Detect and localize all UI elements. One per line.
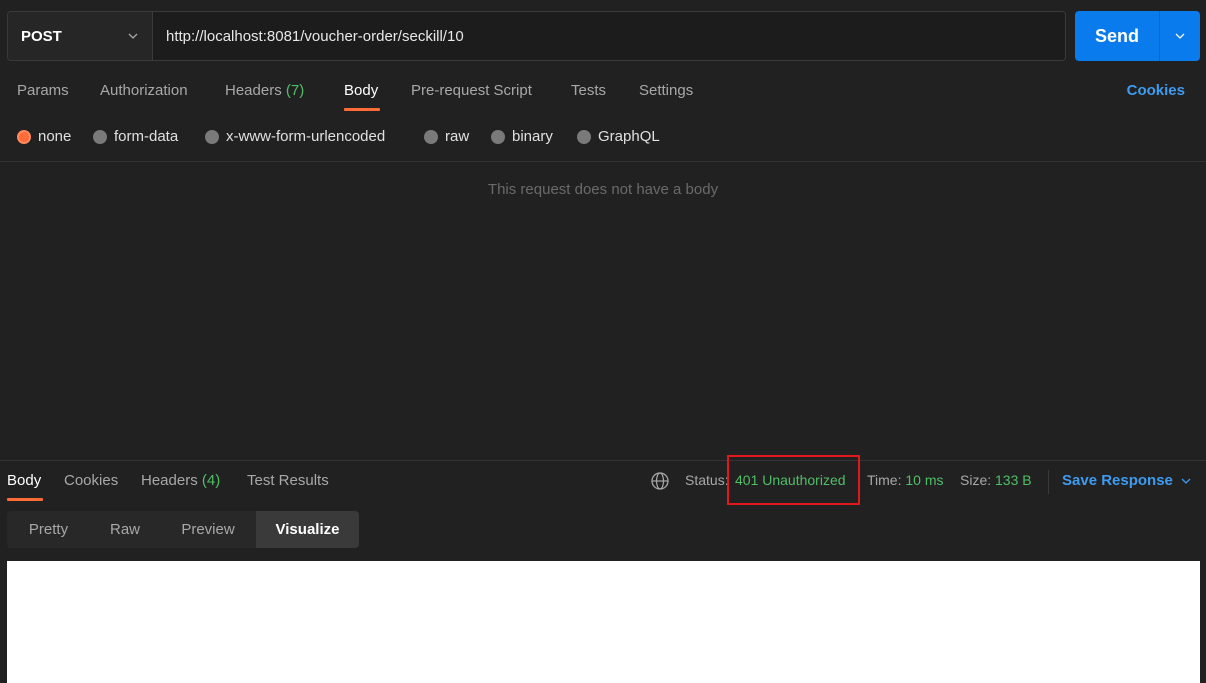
divider xyxy=(0,161,1206,162)
radio-icon xyxy=(93,129,107,144)
response-tab-headers[interactable]: Headers (4) xyxy=(141,472,220,489)
size-label: Size: xyxy=(960,472,992,488)
radio-icon xyxy=(424,129,438,144)
save-response-label: Save Response xyxy=(1062,472,1173,489)
chevron-down-icon xyxy=(1181,478,1191,484)
response-view-toggle: Pretty Raw Preview Visualize xyxy=(7,511,359,548)
body-type-selector: none form-data x-www-form-urlencoded raw… xyxy=(0,116,1206,160)
radio-icon xyxy=(577,129,591,144)
url-input[interactable] xyxy=(153,12,1065,60)
send-button[interactable]: Send xyxy=(1075,11,1160,61)
radio-urlencoded-label: x-www-form-urlencoded xyxy=(226,128,386,145)
radio-urlencoded[interactable]: x-www-form-urlencoded xyxy=(205,128,385,145)
response-bar: Body Cookies Headers (4) Test Results St… xyxy=(0,455,1206,505)
empty-body-message: This request does not have a body xyxy=(487,181,719,198)
request-url-row: POST Send xyxy=(0,0,1206,72)
view-raw[interactable]: Raw xyxy=(90,511,160,548)
response-tab-cookies[interactable]: Cookies xyxy=(64,472,118,489)
chevron-down-icon xyxy=(128,33,138,39)
tab-settings[interactable]: Settings xyxy=(639,82,693,99)
method-label: POST xyxy=(21,27,62,45)
radio-raw-label: raw xyxy=(445,128,470,145)
response-tab-test-results[interactable]: Test Results xyxy=(247,472,329,489)
time-label: Time: xyxy=(867,472,902,488)
time-value: 10 ms xyxy=(905,472,944,488)
save-response-button[interactable]: Save Response xyxy=(1062,472,1191,489)
headers-count: (7) xyxy=(285,82,305,99)
radio-none[interactable]: none xyxy=(17,128,71,145)
radio-raw[interactable]: raw xyxy=(424,128,469,145)
response-tab-headers-label: Headers xyxy=(141,472,198,489)
radio-icon xyxy=(205,129,219,144)
radio-icon xyxy=(491,129,505,144)
url-bar: POST xyxy=(7,11,1066,61)
radio-form-data[interactable]: form-data xyxy=(93,128,178,145)
send-button-group: Send xyxy=(1075,11,1200,61)
tab-headers-label: Headers xyxy=(225,82,282,99)
radio-selected-icon xyxy=(17,129,31,144)
tab-tests[interactable]: Tests xyxy=(571,82,606,99)
send-options-button[interactable] xyxy=(1160,11,1200,61)
view-preview[interactable]: Preview xyxy=(160,511,256,548)
visualize-output-panel[interactable] xyxy=(7,561,1200,683)
active-tab-indicator xyxy=(344,108,380,111)
divider xyxy=(1048,470,1049,494)
tab-prerequest-script[interactable]: Pre-request Script xyxy=(411,82,532,99)
cookies-link[interactable]: Cookies xyxy=(1127,82,1185,99)
tab-headers[interactable]: Headers (7) xyxy=(225,82,304,99)
view-pretty[interactable]: Pretty xyxy=(7,511,90,548)
size-value: 133 B xyxy=(995,472,1032,488)
chevron-down-icon xyxy=(1175,33,1185,39)
tab-params[interactable]: Params xyxy=(17,82,69,99)
response-size[interactable]: Size: 133 B xyxy=(960,472,1032,488)
radio-none-label: none xyxy=(38,128,72,145)
method-select[interactable]: POST xyxy=(8,12,153,60)
response-headers-count: (4) xyxy=(201,472,221,489)
status-highlight-box xyxy=(727,455,860,505)
request-tabs: Params Authorization Headers (7) Body Pr… xyxy=(0,72,1206,116)
response-time[interactable]: Time: 10 ms xyxy=(867,472,944,488)
view-visualize[interactable]: Visualize xyxy=(256,511,359,548)
radio-form-data-label: form-data xyxy=(114,128,179,145)
radio-graphql[interactable]: GraphQL xyxy=(577,128,660,145)
tab-body[interactable]: Body xyxy=(344,82,378,99)
globe-icon[interactable] xyxy=(650,471,670,491)
status-label: Status: xyxy=(685,472,729,488)
active-response-tab-indicator xyxy=(7,498,43,501)
response-tab-body[interactable]: Body xyxy=(7,472,41,489)
radio-binary[interactable]: binary xyxy=(491,128,553,145)
tab-authorization[interactable]: Authorization xyxy=(100,82,188,99)
radio-graphql-label: GraphQL xyxy=(598,128,660,145)
radio-binary-label: binary xyxy=(512,128,553,145)
